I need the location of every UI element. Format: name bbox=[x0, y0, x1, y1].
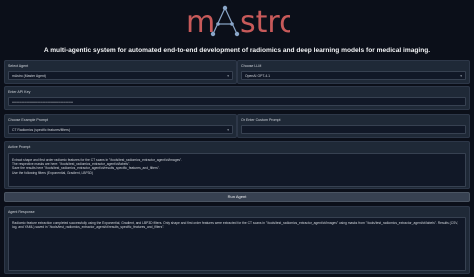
custom-prompt-label: Or Enter Custom Prompt bbox=[241, 118, 281, 122]
llm-select[interactable]: OpenAI GPT-4.1 ▾ bbox=[241, 71, 466, 80]
custom-prompt-block: Or Enter Custom Prompt bbox=[237, 114, 470, 138]
llm-select-label: Choose LLM bbox=[241, 64, 262, 68]
llm-select-value: OpenAI GPT-4.1 bbox=[245, 74, 271, 78]
example-prompt-select[interactable]: CT Radiomics (specific features/filters)… bbox=[8, 125, 233, 134]
api-key-input[interactable]: ••••••••••••••••••••••••••••••••••••••••… bbox=[8, 97, 466, 106]
chevron-down-icon: ▾ bbox=[460, 74, 462, 78]
app-logo: mAstro m stro bbox=[186, 2, 290, 42]
example-prompt-label: Choose Example Prompt bbox=[8, 118, 48, 122]
agent-response-block: Agent Response Radiomic feature extracti… bbox=[4, 206, 470, 274]
api-key-block: Enter API Key ••••••••••••••••••••••••••… bbox=[4, 86, 470, 110]
api-key-label: Enter API Key bbox=[8, 90, 31, 94]
active-prompt-block: Active Prompt Extract shape and first or… bbox=[4, 141, 470, 189]
agent-select[interactable]: mAstro (Master Agent) ▾ bbox=[8, 71, 233, 80]
svg-text:m: m bbox=[186, 5, 215, 40]
agent-response-text: Radiomic feature extraction completed su… bbox=[12, 221, 459, 230]
agent-select-label: Select Agent bbox=[8, 64, 29, 68]
llm-select-block: Choose LLM OpenAI GPT-4.1 ▾ bbox=[237, 60, 470, 84]
api-key-value: ••••••••••••••••••••••••••••••••••••••••… bbox=[12, 100, 73, 104]
active-prompt-label: Active Prompt bbox=[8, 145, 31, 149]
chevron-down-icon: ▾ bbox=[227, 128, 229, 132]
active-prompt-textarea[interactable]: Extract shape and first order radiomic f… bbox=[8, 153, 466, 187]
agent-response-label: Agent Response bbox=[8, 210, 35, 214]
example-prompt-value: CT Radiomics (specific features/filters) bbox=[12, 128, 70, 132]
agent-select-block: Select Agent mAstro (Master Agent) ▾ bbox=[4, 60, 237, 84]
run-agent-button[interactable]: Run Agent bbox=[4, 192, 470, 202]
app-subtitle: A multi-agentic system for automated end… bbox=[43, 47, 431, 54]
custom-prompt-input[interactable] bbox=[241, 125, 466, 134]
example-prompt-block: Choose Example Prompt CT Radiomics (spec… bbox=[4, 114, 237, 138]
chevron-down-icon: ▾ bbox=[227, 74, 229, 78]
agent-select-value: mAstro (Master Agent) bbox=[12, 74, 46, 78]
agent-response-output: Radiomic feature extraction completed su… bbox=[8, 217, 466, 271]
svg-text:stro: stro bbox=[240, 5, 290, 40]
prompt-line: Use the following filters (Exponential, … bbox=[12, 170, 93, 175]
logo-graphic: m stro bbox=[186, 5, 290, 40]
